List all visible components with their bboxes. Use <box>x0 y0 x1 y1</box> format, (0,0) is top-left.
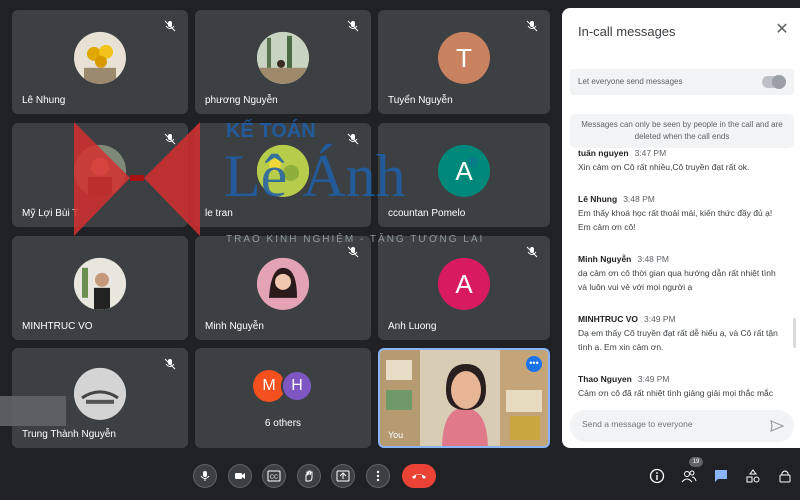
toggle-knob <box>772 75 786 89</box>
participant-tile[interactable]: Mỹ Lợi Bùi T <box>12 123 188 227</box>
participant-name: Minh Nguyễn <box>205 321 264 332</box>
self-label: You <box>388 430 404 440</box>
message-text: Em thấy khoá học rất thoải mái, kiến thứ… <box>578 208 773 232</box>
close-icon[interactable]: ✕ <box>774 22 790 38</box>
mic-off-icon <box>347 20 359 32</box>
chat-message: Minh Nguyễn 3:48 PM dạ cảm ơn cô thời gia… <box>578 252 783 294</box>
message-time: 3:49 PM <box>643 314 676 324</box>
avatar: A <box>438 144 490 197</box>
present-icon <box>336 470 350 482</box>
participant-name: Lê Nhung <box>22 95 66 106</box>
participant-name: le tran <box>205 208 233 219</box>
present-button[interactable] <box>331 464 355 488</box>
raise-hand-button[interactable] <box>297 464 321 488</box>
message-sender: Lê Nhung <box>578 194 618 204</box>
message-time: 3:48 PM <box>623 194 655 204</box>
participant-name: Trung Thành Nguyễn <box>22 429 116 440</box>
message-text: Xin cảm ơn Cô rất nhiều,Cô truyền đạt rấ… <box>578 162 750 172</box>
message-text: Dạ em thấy Cô truyền đạt rất dễ hiểu ạ, … <box>578 328 778 352</box>
avatar <box>257 144 309 197</box>
avatar: A <box>438 257 490 310</box>
message-time: 3:47 PM <box>634 148 667 158</box>
avatar <box>257 257 309 310</box>
chat-message: Lê Nhung 3:48 PM Em thấy khoá học rất tho… <box>578 192 783 234</box>
panel-title: In-call messages <box>578 24 676 39</box>
message-time: 3:48 PM <box>637 254 670 264</box>
participant-name: Anh Luong <box>388 321 437 332</box>
message-text: dạ cảm ơn cô thời gian qua hướng dẫn rất… <box>578 268 776 292</box>
toggle-switch[interactable] <box>762 75 786 89</box>
mic-off-icon <box>164 20 176 32</box>
more-options-icon[interactable]: ••• <box>526 356 542 372</box>
message-sender: Thao Nguyen <box>578 374 632 384</box>
activities-icon[interactable] <box>745 468 761 484</box>
camera-icon <box>235 473 245 479</box>
scrollbar[interactable] <box>793 318 796 348</box>
participant-tile[interactable]: MINHTRUC VO <box>12 236 188 340</box>
avatar <box>74 367 126 420</box>
participant-tile[interactable]: le tran <box>195 123 371 227</box>
mic-icon <box>200 471 210 481</box>
participant-tile[interactable]: phương Nguyễn <box>195 10 371 114</box>
svg-text:CC: CC <box>270 475 278 481</box>
participant-name: ccountan Pomelo <box>388 208 466 219</box>
chat-icon[interactable] <box>713 468 729 484</box>
self-video <box>380 350 548 446</box>
captions-button[interactable]: CC <box>262 464 286 488</box>
captions-icon: CC <box>267 470 281 482</box>
camera-button[interactable] <box>228 464 252 488</box>
more-vertical-icon <box>376 470 380 482</box>
participant-tile[interactable]: Lê Nhung <box>12 10 188 114</box>
mic-off-icon <box>164 133 176 145</box>
more-options-button[interactable] <box>366 464 390 488</box>
avatar <box>74 144 126 197</box>
participant-name: phương Nguyễn <box>205 95 278 106</box>
message-text: Cảm ơn cô đã rất nhiệt tình giảng giải m… <box>578 388 774 398</box>
toggle-row: Let everyone send messages <box>570 69 794 95</box>
hand-icon <box>305 470 313 482</box>
people-icon[interactable] <box>681 468 697 484</box>
chat-message: tuấn nguyen 3:47 PM Xin cảm ơn Cô rất nhi… <box>578 146 783 174</box>
message-sender: Minh Nguyễn <box>578 254 632 264</box>
mic-off-icon <box>164 358 176 370</box>
phone-hangup-icon <box>412 474 426 479</box>
send-icon[interactable] <box>770 419 784 433</box>
message-sender: tuấn nguyen <box>578 148 629 158</box>
message-sender: MINHTRUC VO <box>578 314 638 324</box>
participant-tile[interactable]: A Anh Luong <box>378 236 550 340</box>
mic-button[interactable] <box>193 464 217 488</box>
participant-tile[interactable]: A ccountan Pomelo <box>378 123 550 227</box>
gray-overlay-box <box>0 396 66 426</box>
participant-name: Tuyển Nguyễn <box>388 95 453 106</box>
message-input-box <box>570 410 794 442</box>
others-tile[interactable]: M H 6 others <box>195 348 371 448</box>
avatar <box>74 31 126 84</box>
avatar <box>74 257 126 310</box>
toggle-label: Let everyone send messages <box>578 77 683 86</box>
message-input[interactable] <box>582 419 757 429</box>
participant-name: MINHTRUC VO <box>22 321 93 332</box>
end-call-button[interactable] <box>402 464 436 488</box>
others-label: 6 others <box>264 418 302 429</box>
participant-tile[interactable]: Minh Nguyễn <box>195 236 371 340</box>
message-time: 3:49 PM <box>637 374 670 384</box>
self-video-tile[interactable]: You ••• <box>378 348 550 448</box>
mic-off-icon <box>526 20 538 32</box>
mic-off-icon <box>347 133 359 145</box>
chat-panel: In-call messages ✕ Let everyone send mes… <box>562 8 800 448</box>
avatar: H <box>281 370 313 402</box>
participant-count-badge: 19 <box>689 457 703 467</box>
notice-box: Messages can only be seen by people in t… <box>570 114 794 148</box>
avatar: T <box>438 31 490 84</box>
mic-off-icon <box>347 246 359 258</box>
avatar <box>257 31 309 84</box>
participant-name: Mỹ Lợi Bùi T <box>22 208 79 219</box>
host-controls-icon[interactable] <box>777 468 793 484</box>
participant-tile[interactable]: T Tuyển Nguyễn <box>378 10 550 114</box>
mic-off-icon <box>526 246 538 258</box>
chat-message: MINHTRUC VO 3:49 PM Dạ em thấy Cô truyền … <box>578 312 783 354</box>
info-icon[interactable] <box>649 468 665 484</box>
chat-message: Thao Nguyen 3:49 PM Cảm ơn cô đã rất nhiệ… <box>578 372 783 400</box>
